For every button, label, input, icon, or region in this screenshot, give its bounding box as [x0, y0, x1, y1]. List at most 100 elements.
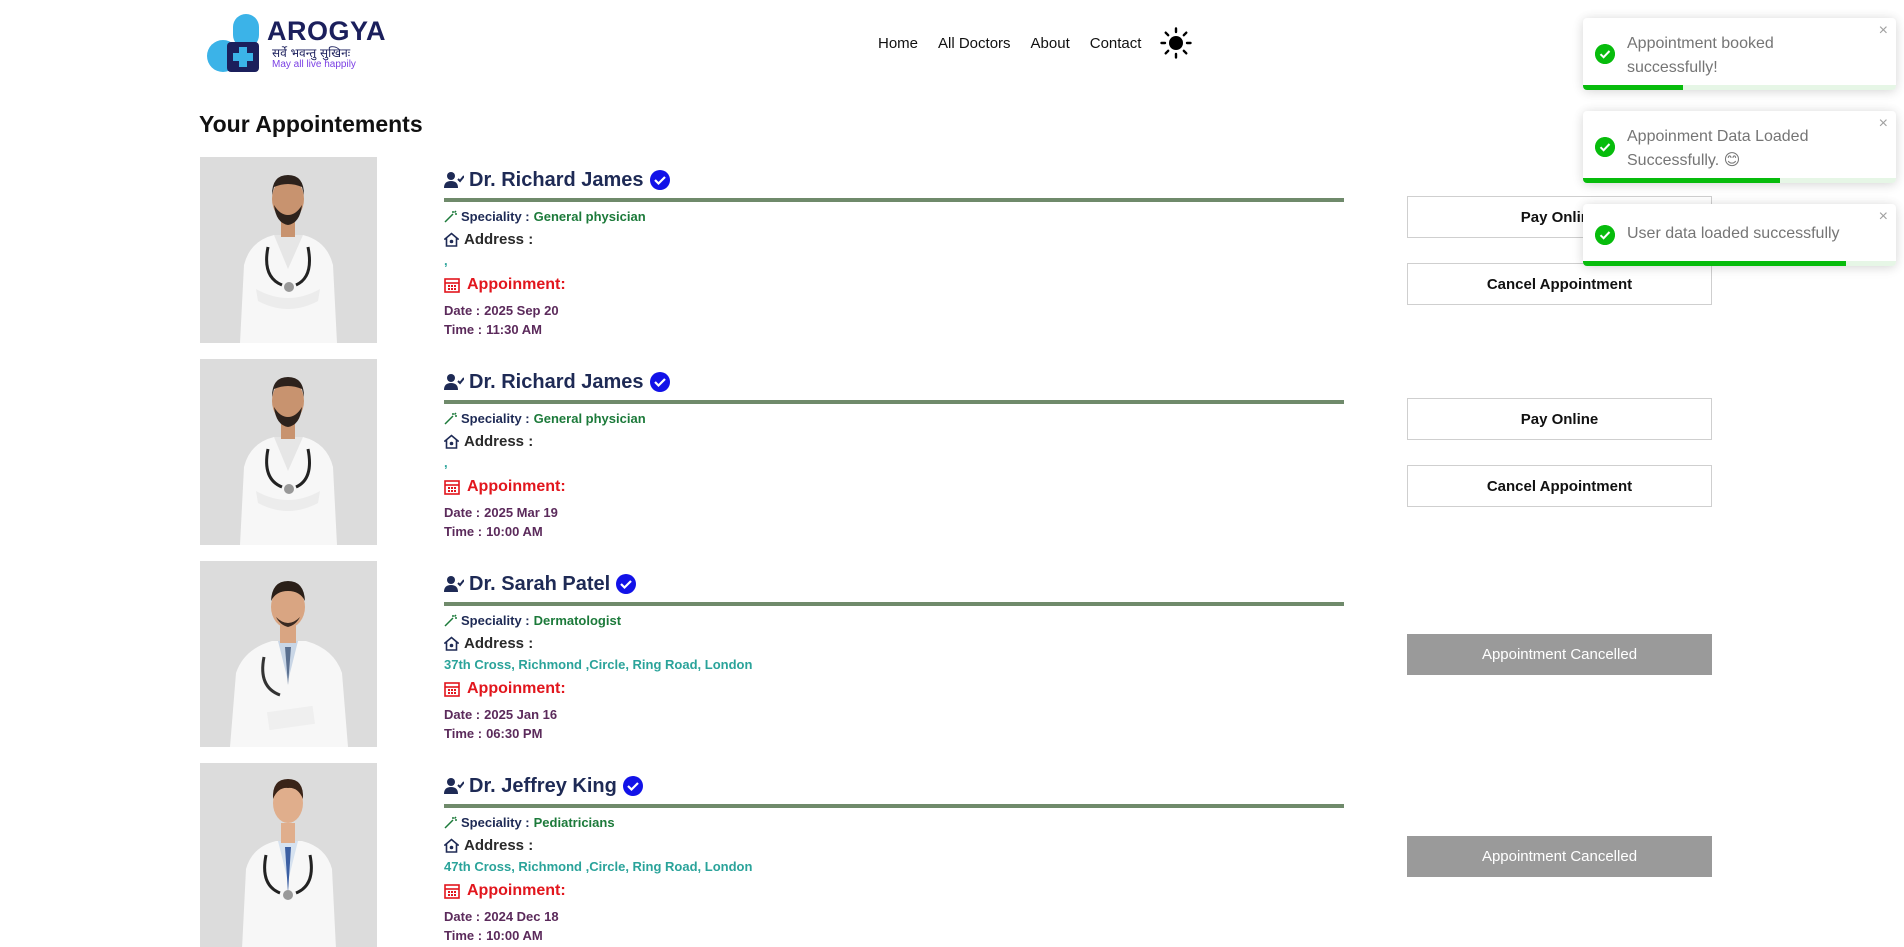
- appointment-time: 10:00 AM: [486, 928, 543, 943]
- user-check-icon: [444, 374, 464, 390]
- date-label: Date :: [444, 707, 481, 722]
- close-icon[interactable]: ×: [1879, 115, 1888, 133]
- user-check-icon: [444, 172, 464, 188]
- main-nav: Home All Doctors About Contact: [878, 26, 1193, 60]
- wand-icon: [444, 412, 457, 425]
- success-check-icon: [1595, 137, 1615, 157]
- appointment-label: Appoinment:: [467, 478, 566, 495]
- speciality-label: Speciality :: [461, 411, 530, 426]
- doctor-name: Dr. Sarah Patel: [469, 572, 611, 595]
- toast-progress-bar: [1583, 85, 1684, 90]
- wand-icon: [444, 614, 457, 627]
- wand-icon: [444, 210, 457, 223]
- doctor-name: Dr. Jeffrey King: [469, 774, 617, 797]
- cancel-appointment-button[interactable]: Cancel Appointment: [1407, 263, 1712, 305]
- appointment-date: 2025 Jan 16: [484, 707, 558, 722]
- nav-home[interactable]: Home: [878, 35, 918, 52]
- verified-icon: [622, 776, 643, 796]
- divider: [444, 602, 1344, 606]
- address-value: ,: [444, 455, 448, 470]
- speciality-value: General physician: [533, 209, 646, 224]
- nav-all-doctors[interactable]: All Doctors: [938, 35, 1011, 52]
- verified-icon: [616, 574, 637, 594]
- appointment-info: Dr. Sarah Patel Speciality : Dermatologi…: [444, 571, 1344, 741]
- logo-title: AROGYA: [267, 16, 387, 46]
- address-value: 37th Cross, Richmond ,Circle, Ring Road,…: [444, 657, 753, 672]
- divider: [444, 400, 1344, 404]
- divider: [444, 804, 1344, 808]
- toast-message: User data loaded successfully: [1627, 225, 1840, 242]
- logo-mark: [207, 14, 259, 72]
- close-icon[interactable]: ×: [1879, 208, 1888, 226]
- calendar-icon: [444, 480, 460, 495]
- user-check-icon: [444, 778, 464, 794]
- appointment-info: Dr. Jeffrey King Speciality : Pediatrici…: [444, 773, 1344, 943]
- time-label: Time :: [444, 928, 483, 943]
- cancel-appointment-button[interactable]: Cancel Appointment: [1407, 465, 1712, 507]
- home-icon: [444, 434, 459, 449]
- close-icon[interactable]: ×: [1879, 22, 1888, 40]
- toast-message: Appoinment Data Loaded Successfully. 😊: [1627, 128, 1809, 169]
- appointment-cancelled-badge: Appointment Cancelled: [1407, 634, 1712, 675]
- doctor-photo: [200, 157, 377, 343]
- toast-progress-bar: [1583, 178, 1781, 183]
- doctor-photo: [200, 763, 377, 947]
- address-label: Address :: [464, 837, 534, 854]
- calendar-icon: [444, 278, 460, 293]
- user-check-icon: [444, 576, 464, 592]
- divider: [444, 198, 1344, 202]
- toast-message: Appointment booked successfully!: [1627, 35, 1774, 76]
- toast-notification[interactable]: Appoinment Data Loaded Successfully. 😊 ×: [1583, 111, 1896, 183]
- calendar-icon: [444, 884, 460, 899]
- appointment-date: 2025 Sep 20: [484, 303, 559, 318]
- logo[interactable]: AROGYA सर्वे भवन्तु सुखिनः May all live …: [203, 14, 387, 74]
- theme-toggle-button[interactable]: [1159, 26, 1193, 60]
- home-icon: [444, 636, 459, 651]
- logo-tagline: May all live happily: [272, 59, 356, 70]
- time-label: Time :: [444, 726, 483, 741]
- success-check-icon: [1595, 225, 1615, 245]
- appointment-cancelled-badge: Appointment Cancelled: [1407, 836, 1712, 877]
- address-value: 47th Cross, Richmond ,Circle, Ring Road,…: [444, 859, 753, 874]
- doctor-photo: [200, 359, 377, 545]
- page-title: Your Appointements: [199, 111, 423, 137]
- appointment-label: Appoinment:: [467, 882, 566, 899]
- toast-notification[interactable]: User data loaded successfully ×: [1583, 204, 1896, 266]
- appointment-card: Dr. Sarah Patel Speciality : Dermatologi…: [200, 561, 1720, 747]
- verified-icon: [649, 170, 670, 190]
- success-check-icon: [1595, 44, 1615, 64]
- home-icon: [444, 232, 459, 247]
- doctor-photo: [200, 561, 377, 747]
- appointment-date: 2025 Mar 19: [484, 505, 558, 520]
- doctor-name: Dr. Richard James: [469, 370, 644, 393]
- appointment-label: Appoinment:: [467, 276, 566, 293]
- appointment-time: 10:00 AM: [486, 524, 543, 539]
- pay-online-button[interactable]: Pay Online: [1407, 398, 1712, 440]
- nav-about[interactable]: About: [1031, 35, 1070, 52]
- date-label: Date :: [444, 303, 481, 318]
- wand-icon: [444, 816, 457, 829]
- speciality-value: Pediatricians: [533, 815, 615, 830]
- speciality-label: Speciality :: [461, 209, 530, 224]
- speciality-value: General physician: [533, 411, 646, 426]
- toast-notification[interactable]: Appointment booked successfully! ×: [1583, 18, 1896, 90]
- appointment-info: Dr. Richard James Speciality : General p…: [444, 369, 1344, 539]
- appointment-date: 2024 Dec 18: [484, 909, 559, 924]
- address-label: Address :: [464, 433, 534, 450]
- speciality-label: Speciality :: [461, 613, 530, 628]
- time-label: Time :: [444, 524, 483, 539]
- appointment-card: Dr. Richard James Speciality : General p…: [200, 359, 1720, 545]
- address-label: Address :: [464, 635, 534, 652]
- nav-contact[interactable]: Contact: [1090, 35, 1142, 52]
- time-label: Time :: [444, 322, 483, 337]
- doctor-name: Dr. Richard James: [469, 168, 644, 191]
- appointment-card: Dr. Jeffrey King Speciality : Pediatrici…: [200, 763, 1720, 947]
- appointment-time: 06:30 PM: [486, 726, 543, 741]
- address-value: ,: [444, 253, 448, 268]
- address-label: Address :: [464, 231, 534, 248]
- appointment-card: Dr. Richard James Speciality : General p…: [200, 157, 1720, 343]
- appointment-label: Appoinment:: [467, 680, 566, 697]
- toast-progress-bar: [1583, 261, 1846, 266]
- sun-icon: [1160, 27, 1193, 59]
- speciality-value: Dermatologist: [533, 613, 622, 628]
